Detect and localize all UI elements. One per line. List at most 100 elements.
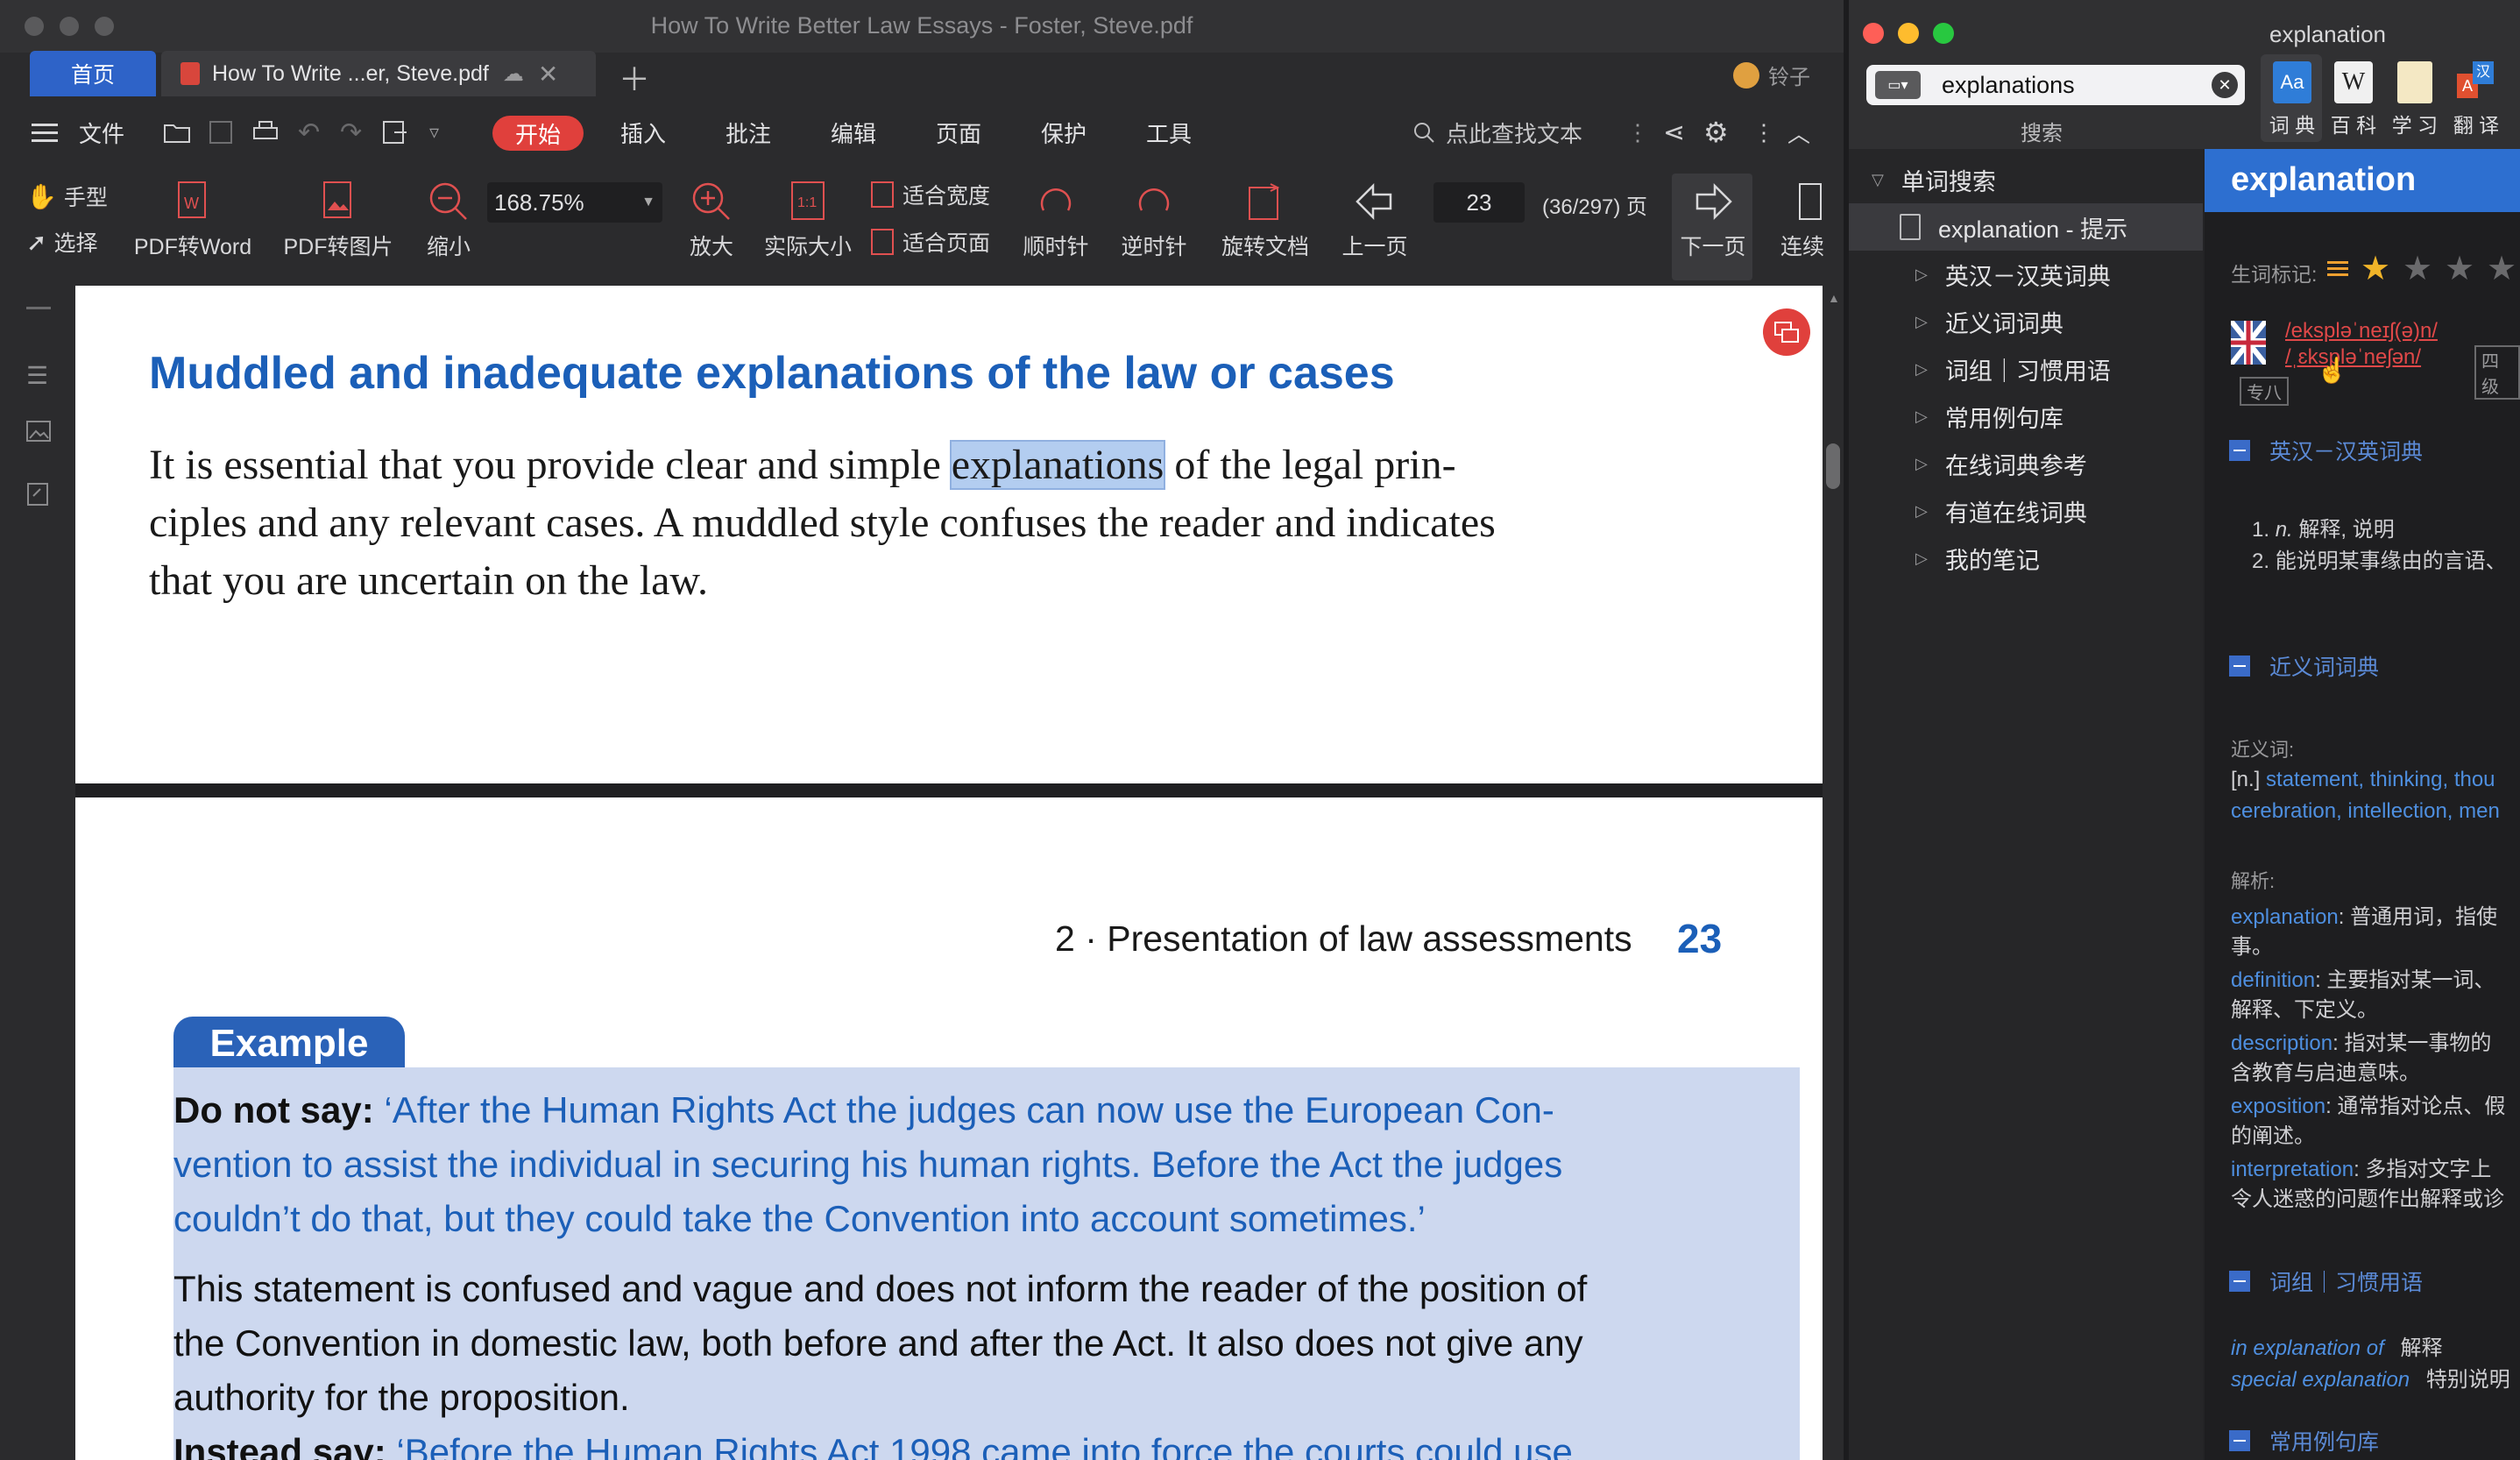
collapse-ribbon-icon[interactable]: ︿ [1787, 105, 1810, 159]
fit-page-button[interactable]: 适合页面 [871, 226, 990, 258]
tree-item-my-notes[interactable]: ▷ 我的笔记 [1849, 535, 2203, 582]
select-tool[interactable]: ➚ 选择 [26, 226, 97, 258]
collapse-section-icon[interactable] [2229, 1430, 2250, 1451]
tab-home[interactable]: 首页 [30, 51, 156, 96]
hamburger-icon[interactable] [32, 105, 58, 159]
pdf-to-image-button[interactable]: PDF转图片 [277, 181, 400, 261]
cloud-icon[interactable]: ☁ [503, 61, 524, 87]
menu-annotate[interactable]: 批注 [726, 105, 771, 159]
more-dropdown-icon[interactable]: ▿ [429, 105, 439, 159]
settings-gear-icon[interactable]: ⚙ [1703, 105, 1729, 159]
tree-item-synonyms[interactable]: ▷ 近义词词典 [1849, 298, 2203, 345]
tree-item-phrases[interactable]: ▷ 词组｜习惯用语 [1849, 345, 2203, 393]
tree-item-youdao-online[interactable]: ▷ 有道在线词典 [1849, 487, 2203, 535]
zoom-out-button[interactable]: 缩小 [414, 181, 484, 261]
syn-words[interactable]: statement, thinking, thou [2266, 768, 2495, 791]
menu-page[interactable]: 页面 [936, 105, 981, 159]
tab-dictionary[interactable]: Aa 词 典 [2266, 61, 2318, 138]
find-text[interactable]: 点此查找文本 [1412, 105, 1582, 159]
tree-item-online-reference[interactable]: ▷ 在线词典参考 [1849, 440, 2203, 487]
analysis-word[interactable]: explanation [2231, 905, 2339, 929]
new-tab-icon[interactable]: ＋ [619, 54, 650, 100]
disclosure-closed-icon[interactable]: ▷ [1915, 549, 1928, 568]
actual-size-button[interactable]: 1:1 实际大小 [757, 181, 859, 261]
redo-icon[interactable]: ↷ [340, 105, 362, 159]
tab-learn[interactable]: 学 习 [2389, 61, 2441, 138]
zoom-in-button[interactable]: 放大 [676, 181, 747, 261]
dict-close-button[interactable] [1863, 23, 1884, 44]
collapse-section-icon[interactable] [2229, 440, 2250, 461]
fit-width-button[interactable]: 适合宽度 [871, 179, 990, 210]
disclosure-closed-icon[interactable]: ▷ [1915, 502, 1928, 521]
tree-item-selected[interactable]: explanation - 提示 [1849, 203, 2203, 251]
user-account[interactable]: 铃子 [1733, 60, 1810, 90]
phrase-text[interactable]: in explanation of [2231, 1336, 2384, 1360]
menu-start[interactable]: 开始 [492, 116, 584, 151]
hand-tool[interactable]: ✋ 手型 [26, 181, 108, 212]
tab-encyclopedia[interactable]: W 百 科 [2327, 61, 2380, 138]
star-rating-3-icon[interactable]: ★ [2445, 249, 2474, 288]
analysis-word[interactable]: exposition [2231, 1095, 2325, 1118]
menu-edit[interactable]: 编辑 [831, 105, 876, 159]
menu-protect[interactable]: 保护 [1041, 105, 1087, 159]
disclosure-open-icon[interactable]: ▽ [1872, 171, 1884, 189]
disclosure-closed-icon[interactable]: ▷ [1915, 313, 1928, 331]
page-number-input[interactable]: 23 [1433, 182, 1525, 223]
vertical-scrollbar[interactable]: ▲ [1823, 286, 1844, 1460]
zoom-level-field[interactable]: 168.75% ▼ [487, 182, 662, 223]
annotation-panel-icon[interactable] [26, 482, 51, 511]
tree-item-ec-dictionary[interactable]: ▷ 英汉－汉英词典 [1849, 251, 2203, 298]
dict-search-field[interactable]: ▭▾ explanations ✕ [1866, 65, 2245, 105]
analysis-word[interactable]: definition [2231, 968, 2315, 992]
thumbnail-icon[interactable] [26, 421, 51, 446]
disclosure-closed-icon[interactable]: ▷ [1915, 266, 1928, 284]
collapse-section-icon[interactable] [2229, 1271, 2250, 1292]
collapse-section-icon[interactable] [2229, 656, 2250, 677]
section-example-sentences[interactable]: 常用例句库 [2229, 1425, 2379, 1456]
tree-root-word-search[interactable]: ▽ 单词搜索 [1849, 156, 2203, 203]
search-scope-dropdown[interactable]: ▭▾ [1875, 71, 1921, 99]
scrollbar-thumb[interactable] [1826, 443, 1840, 489]
star-rating-1-icon[interactable]: ★ [2361, 249, 2390, 288]
more-vertical-icon[interactable]: ⋮ [1752, 105, 1775, 159]
share-icon[interactable]: ⋖ [1663, 105, 1685, 159]
phrase-text[interactable]: special explanation [2231, 1368, 2410, 1392]
dict-zoom-button[interactable] [1933, 23, 1954, 44]
disclosure-closed-icon[interactable]: ▷ [1915, 455, 1928, 473]
analysis-word[interactable]: interpretation [2231, 1158, 2354, 1181]
uk-flag-icon[interactable] [2228, 319, 2269, 366]
section-ec-dictionary[interactable]: 英汉－汉英词典 [2229, 435, 2423, 466]
next-page-button[interactable]: 下一页 [1674, 181, 1752, 261]
dict-minimize-button[interactable] [1898, 23, 1919, 44]
rotate-clockwise-button[interactable]: 顺时针 [1016, 181, 1095, 261]
clear-search-icon[interactable]: ✕ [2212, 72, 2238, 98]
star-rating-2-icon[interactable]: ★ [2403, 249, 2432, 288]
star-rating-4-icon[interactable]: ★ [2487, 249, 2516, 288]
disclosure-closed-icon[interactable]: ▷ [1915, 360, 1928, 379]
previous-page-button[interactable]: 上一页 [1335, 181, 1414, 261]
outline-icon[interactable]: ☰ [26, 361, 48, 390]
rotate-document-button[interactable]: 旋转文档 [1213, 181, 1318, 261]
continuous-button[interactable]: 连续 [1772, 181, 1844, 261]
menu-insert[interactable]: 插入 [620, 105, 666, 159]
export-icon[interactable] [382, 105, 408, 159]
pdf-to-word-button[interactable]: W PDF转Word [131, 181, 254, 261]
save-icon[interactable] [209, 105, 233, 159]
chevron-down-icon[interactable]: ▼ [641, 195, 655, 210]
rotate-counterclockwise-button[interactable]: 逆时针 [1115, 181, 1193, 261]
undo-icon[interactable]: ↶ [298, 105, 320, 159]
close-tab-icon[interactable]: ✕ [538, 60, 558, 89]
dict-search-input[interactable]: explanations [1942, 72, 2075, 99]
tab-document[interactable]: How To Write ...er, Steve.pdf ☁ ✕ [161, 51, 596, 96]
section-synonyms[interactable]: 近义词词典 [2229, 650, 2379, 682]
open-folder-icon[interactable] [163, 105, 191, 159]
highlighted-word[interactable]: explanations [949, 440, 1166, 490]
wordlist-icon[interactable] [2327, 261, 2348, 277]
analysis-word[interactable]: description [2231, 1031, 2332, 1055]
synonyms-line-2[interactable]: cerebration, intellection, men [2231, 799, 2500, 824]
print-icon[interactable] [252, 105, 279, 159]
phonetic-us[interactable]: /ˌɛkspləˈneʃən/ [2285, 345, 2421, 370]
tab-translate[interactable]: A 汉 翻 译 [2450, 61, 2502, 138]
menu-file[interactable]: 文件 [79, 105, 124, 159]
menu-tools[interactable]: 工具 [1146, 105, 1192, 159]
